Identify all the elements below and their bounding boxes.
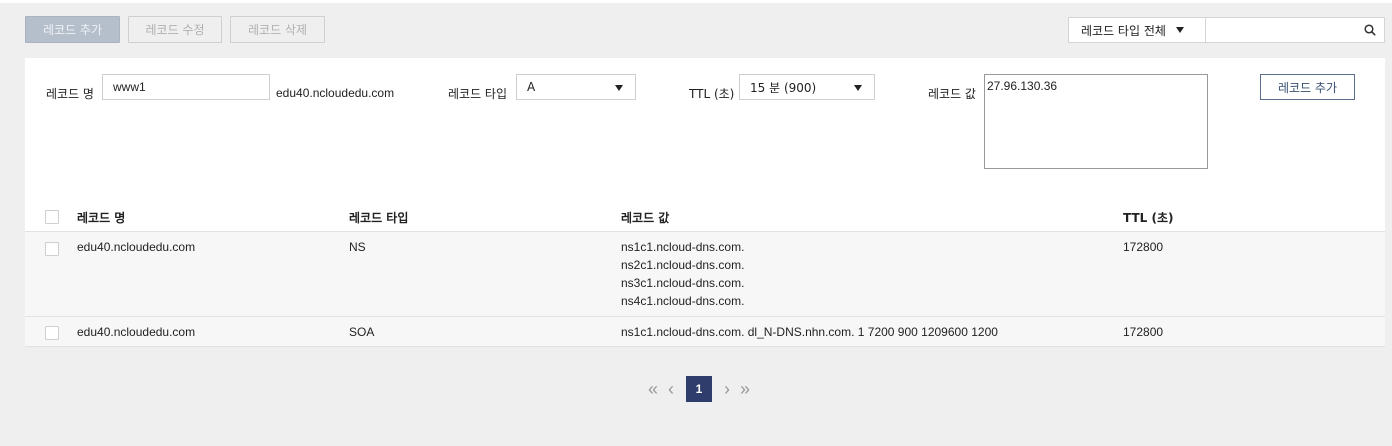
cell-record-name: edu40.ncloudedu.com xyxy=(77,240,196,254)
header-ttl: TTL (초) xyxy=(1123,211,1174,225)
caret-down-icon xyxy=(615,85,623,91)
cell-ttl: 172800 xyxy=(1123,325,1164,339)
domain-suffix: edu40.ncloudedu.com xyxy=(276,86,395,100)
record-filter: 레코드 타입 전체 xyxy=(1068,17,1385,43)
records-table: 레코드 명 레코드 타입 레코드 값 TTL (초) edu40.ncloude… xyxy=(25,200,1385,347)
record-type-select[interactable]: A xyxy=(516,74,636,100)
prev-page-icon[interactable]: ‹ xyxy=(662,376,680,402)
row-checkbox[interactable] xyxy=(45,326,59,340)
record-form-panel: 레코드 명 www1 edu40.ncloudedu.com 레코드 타입 A … xyxy=(25,58,1385,200)
select-all-checkbox[interactable] xyxy=(45,210,59,224)
record-value-label: 레코드 값 xyxy=(928,87,976,101)
add-record-toolbar-button[interactable]: 레코드 추가 xyxy=(25,16,120,43)
record-name-label: 레코드 명 xyxy=(46,87,94,101)
search-icon[interactable] xyxy=(1364,24,1376,36)
ttl-selected: 15 분 (900) xyxy=(750,80,817,95)
delete-record-button[interactable]: 레코드 삭제 xyxy=(230,16,325,43)
caret-down-icon xyxy=(854,85,862,91)
edit-record-button[interactable]: 레코드 수정 xyxy=(128,16,222,43)
record-type-label: 레코드 타입 xyxy=(448,87,508,101)
record-value-line: ns2c1.ncloud-dns.com. xyxy=(621,258,745,272)
record-value-line: ns1c1.ncloud-dns.com. dl_N-DNS.nhn.com. … xyxy=(621,325,998,339)
record-value-textarea[interactable]: 27.96.130.36 xyxy=(984,74,1208,169)
cell-record-type: NS xyxy=(349,240,366,254)
top-border xyxy=(0,0,1392,3)
record-type-filter-select[interactable]: 레코드 타입 전체 xyxy=(1068,17,1206,43)
search-input[interactable] xyxy=(1206,17,1385,43)
cell-record-value: ns1c1.ncloud-dns.com. ns2c1.ncloud-dns.c… xyxy=(621,238,744,310)
current-page-button[interactable]: 1 xyxy=(686,376,712,402)
row-checkbox[interactable] xyxy=(45,242,59,256)
record-type-selected: A xyxy=(527,80,536,94)
cell-record-type: SOA xyxy=(349,325,375,339)
header-record-type: 레코드 타입 xyxy=(349,211,409,225)
caret-down-icon xyxy=(1175,27,1184,33)
add-record-button[interactable]: 레코드 추가 xyxy=(1260,74,1355,100)
record-type-filter-label: 레코드 타입 전체 xyxy=(1081,23,1166,38)
first-page-icon[interactable]: « xyxy=(644,376,662,402)
header-record-name: 레코드 명 xyxy=(77,211,126,225)
table-row[interactable]: edu40.ncloudedu.com NS ns1c1.ncloud-dns.… xyxy=(25,232,1385,317)
record-name-input[interactable]: www1 xyxy=(102,74,270,100)
ttl-label: TTL (초) xyxy=(689,87,735,101)
next-page-icon[interactable]: › xyxy=(718,376,736,402)
cell-record-name: edu40.ncloudedu.com xyxy=(77,325,196,339)
last-page-icon[interactable]: » xyxy=(736,376,754,402)
table-header: 레코드 명 레코드 타입 레코드 값 TTL (초) xyxy=(25,200,1385,232)
header-record-value: 레코드 값 xyxy=(621,211,670,225)
record-value-line: ns1c1.ncloud-dns.com. xyxy=(621,240,745,254)
cell-record-value: ns1c1.ncloud-dns.com. dl_N-DNS.nhn.com. … xyxy=(621,323,998,341)
table-row[interactable]: edu40.ncloudedu.com SOA ns1c1.ncloud-dns… xyxy=(25,317,1385,347)
ttl-select[interactable]: 15 분 (900) xyxy=(739,74,875,100)
cell-ttl: 172800 xyxy=(1123,240,1164,254)
record-value-line: ns3c1.ncloud-dns.com. xyxy=(621,276,745,290)
record-value-line: ns4c1.ncloud-dns.com. xyxy=(621,294,745,308)
record-toolbar: 레코드 추가 레코드 수정 레코드 삭제 xyxy=(25,16,325,43)
pagination: « ‹ 1 › » xyxy=(644,376,754,402)
